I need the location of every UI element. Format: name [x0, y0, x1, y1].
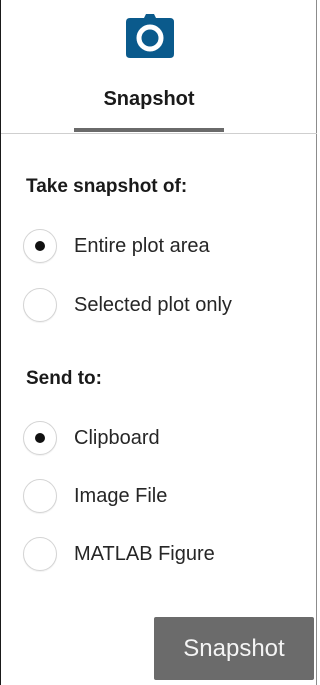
radio-label: Clipboard — [74, 426, 160, 449]
radio-selected-dot — [35, 433, 45, 443]
camera-icon — [126, 14, 174, 58]
tab-label: Snapshot — [103, 88, 195, 110]
snapshot-tab[interactable]: Snapshot — [1, 0, 317, 134]
radio-button[interactable] — [23, 288, 57, 322]
snapshot-panel: Snapshot Take snapshot of: Entire plot a… — [0, 0, 317, 685]
radio-label: MATLAB Figure — [74, 542, 215, 565]
snapshot-button[interactable]: Snapshot — [154, 617, 314, 680]
tab-active-indicator — [74, 128, 224, 132]
snapshot-of-heading: Take snapshot of: — [26, 176, 188, 197]
radio-image-file[interactable]: Image File — [23, 477, 303, 515]
radio-clipboard[interactable]: Clipboard — [23, 419, 303, 457]
radio-label: Image File — [74, 484, 168, 507]
send-to-heading: Send to: — [26, 368, 102, 389]
radio-selected-dot — [35, 241, 45, 251]
radio-selected-plot-only[interactable]: Selected plot only — [23, 286, 303, 324]
radio-button[interactable] — [23, 537, 57, 571]
radio-button[interactable] — [23, 421, 57, 455]
radio-label: Entire plot area — [74, 234, 210, 257]
radio-button[interactable] — [23, 479, 57, 513]
radio-button[interactable] — [23, 229, 57, 263]
radio-label: Selected plot only — [74, 293, 232, 316]
radio-entire-plot-area[interactable]: Entire plot area — [23, 227, 303, 265]
radio-matlab-figure[interactable]: MATLAB Figure — [23, 535, 303, 573]
